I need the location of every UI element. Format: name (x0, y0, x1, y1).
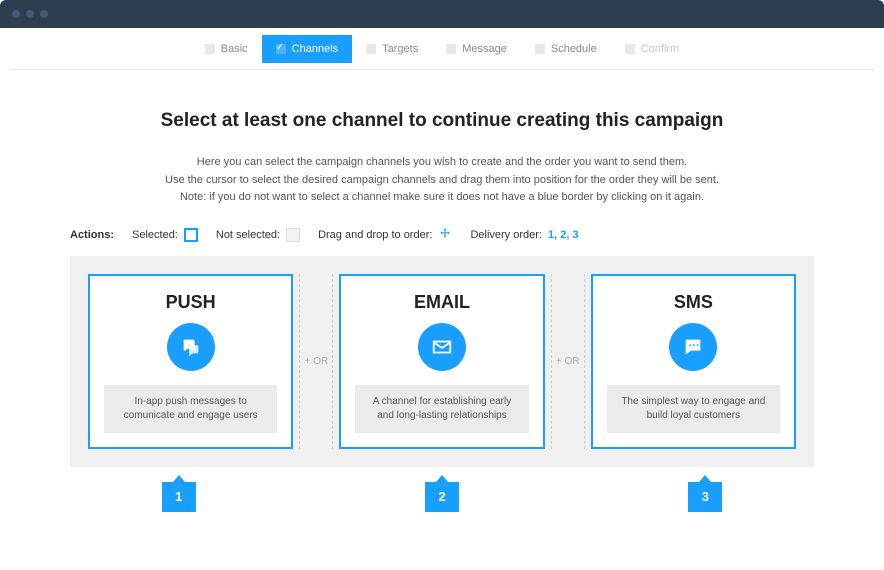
legend-text: Selected: (132, 229, 178, 241)
page-title: Select at least one channel to continue … (70, 110, 814, 132)
tab-label: Schedule (551, 43, 597, 55)
channel-card-push[interactable]: PUSH In-app push messages to comunicate … (88, 274, 293, 449)
sms-icon (669, 323, 717, 371)
tab-label: Message (462, 43, 507, 55)
order-number: 1 (162, 482, 196, 512)
legend-text: Not selected: (216, 229, 280, 241)
tab-label: Basic (221, 43, 248, 55)
channel-card-email[interactable]: EMAIL A channel for establishing early a… (339, 274, 544, 449)
move-icon (438, 227, 452, 244)
legend-drag: Drag and drop to order: (318, 227, 452, 244)
channels-area: PUSH In-app push messages to comunicate … (70, 256, 814, 467)
email-icon (418, 323, 466, 371)
notselected-box-icon (286, 228, 300, 242)
desc-line: Note: if you do not want to select a cha… (70, 189, 814, 207)
tab-check-icon (446, 44, 456, 54)
legend-selected: Selected: (132, 228, 198, 242)
legend-text: Delivery order: (470, 229, 542, 241)
page-description: Here you can select the campaign channel… (70, 154, 814, 207)
tab-confirm[interactable]: Confirm (611, 35, 694, 63)
delivery-order-nums: 1, 2, 3 (548, 229, 579, 241)
order-badges-row: 1 2 3 (70, 467, 814, 512)
tab-channels[interactable]: Channels (262, 35, 352, 63)
or-separator: + OR (299, 274, 333, 449)
order-badge-sms[interactable]: 3 (688, 475, 722, 512)
order-number: 3 (688, 482, 722, 512)
tab-message[interactable]: Message (432, 35, 521, 63)
channel-title: PUSH (166, 292, 216, 313)
tab-label: Channels (292, 43, 338, 55)
legend-notselected: Not selected: (216, 228, 300, 242)
channel-desc: A channel for establishing early and lon… (355, 385, 528, 433)
browser-titlebar (0, 0, 884, 28)
channel-title: SMS (674, 292, 713, 313)
tab-check-icon (366, 44, 376, 54)
tab-check-icon (276, 44, 286, 54)
channel-title: EMAIL (414, 292, 470, 313)
actions-label: Actions: (70, 229, 114, 241)
order-badge-email[interactable]: 2 (425, 475, 459, 512)
window-dot (12, 10, 20, 18)
tab-basic[interactable]: Basic (191, 35, 262, 63)
or-separator: + OR (551, 274, 585, 449)
tab-schedule[interactable]: Schedule (521, 35, 611, 63)
legend-delivery: Delivery order: 1, 2, 3 (470, 229, 578, 241)
tab-check-icon (625, 44, 635, 54)
channel-desc: The simplest way to engage and build loy… (607, 385, 780, 433)
desc-line: Use the cursor to select the desired cam… (70, 172, 814, 190)
channel-desc: In-app push messages to comunicate and e… (104, 385, 277, 433)
window-dot (40, 10, 48, 18)
window-dot (26, 10, 34, 18)
tab-targets[interactable]: Targets (352, 35, 432, 63)
channel-card-sms[interactable]: SMS The simplest way to engage and build… (591, 274, 796, 449)
selected-box-icon (184, 228, 198, 242)
wizard-tabs: Basic Channels Targets Message Schedule … (10, 28, 874, 70)
desc-line: Here you can select the campaign channel… (70, 154, 814, 172)
actions-legend: Actions: Selected: Not selected: Drag an… (70, 227, 814, 244)
order-badge-push[interactable]: 1 (162, 475, 196, 512)
tab-check-icon (205, 44, 215, 54)
tab-check-icon (535, 44, 545, 54)
legend-text: Drag and drop to order: (318, 229, 432, 241)
push-icon (167, 323, 215, 371)
tab-label: Confirm (641, 43, 680, 55)
order-number: 2 (425, 482, 459, 512)
tab-label: Targets (382, 43, 418, 55)
